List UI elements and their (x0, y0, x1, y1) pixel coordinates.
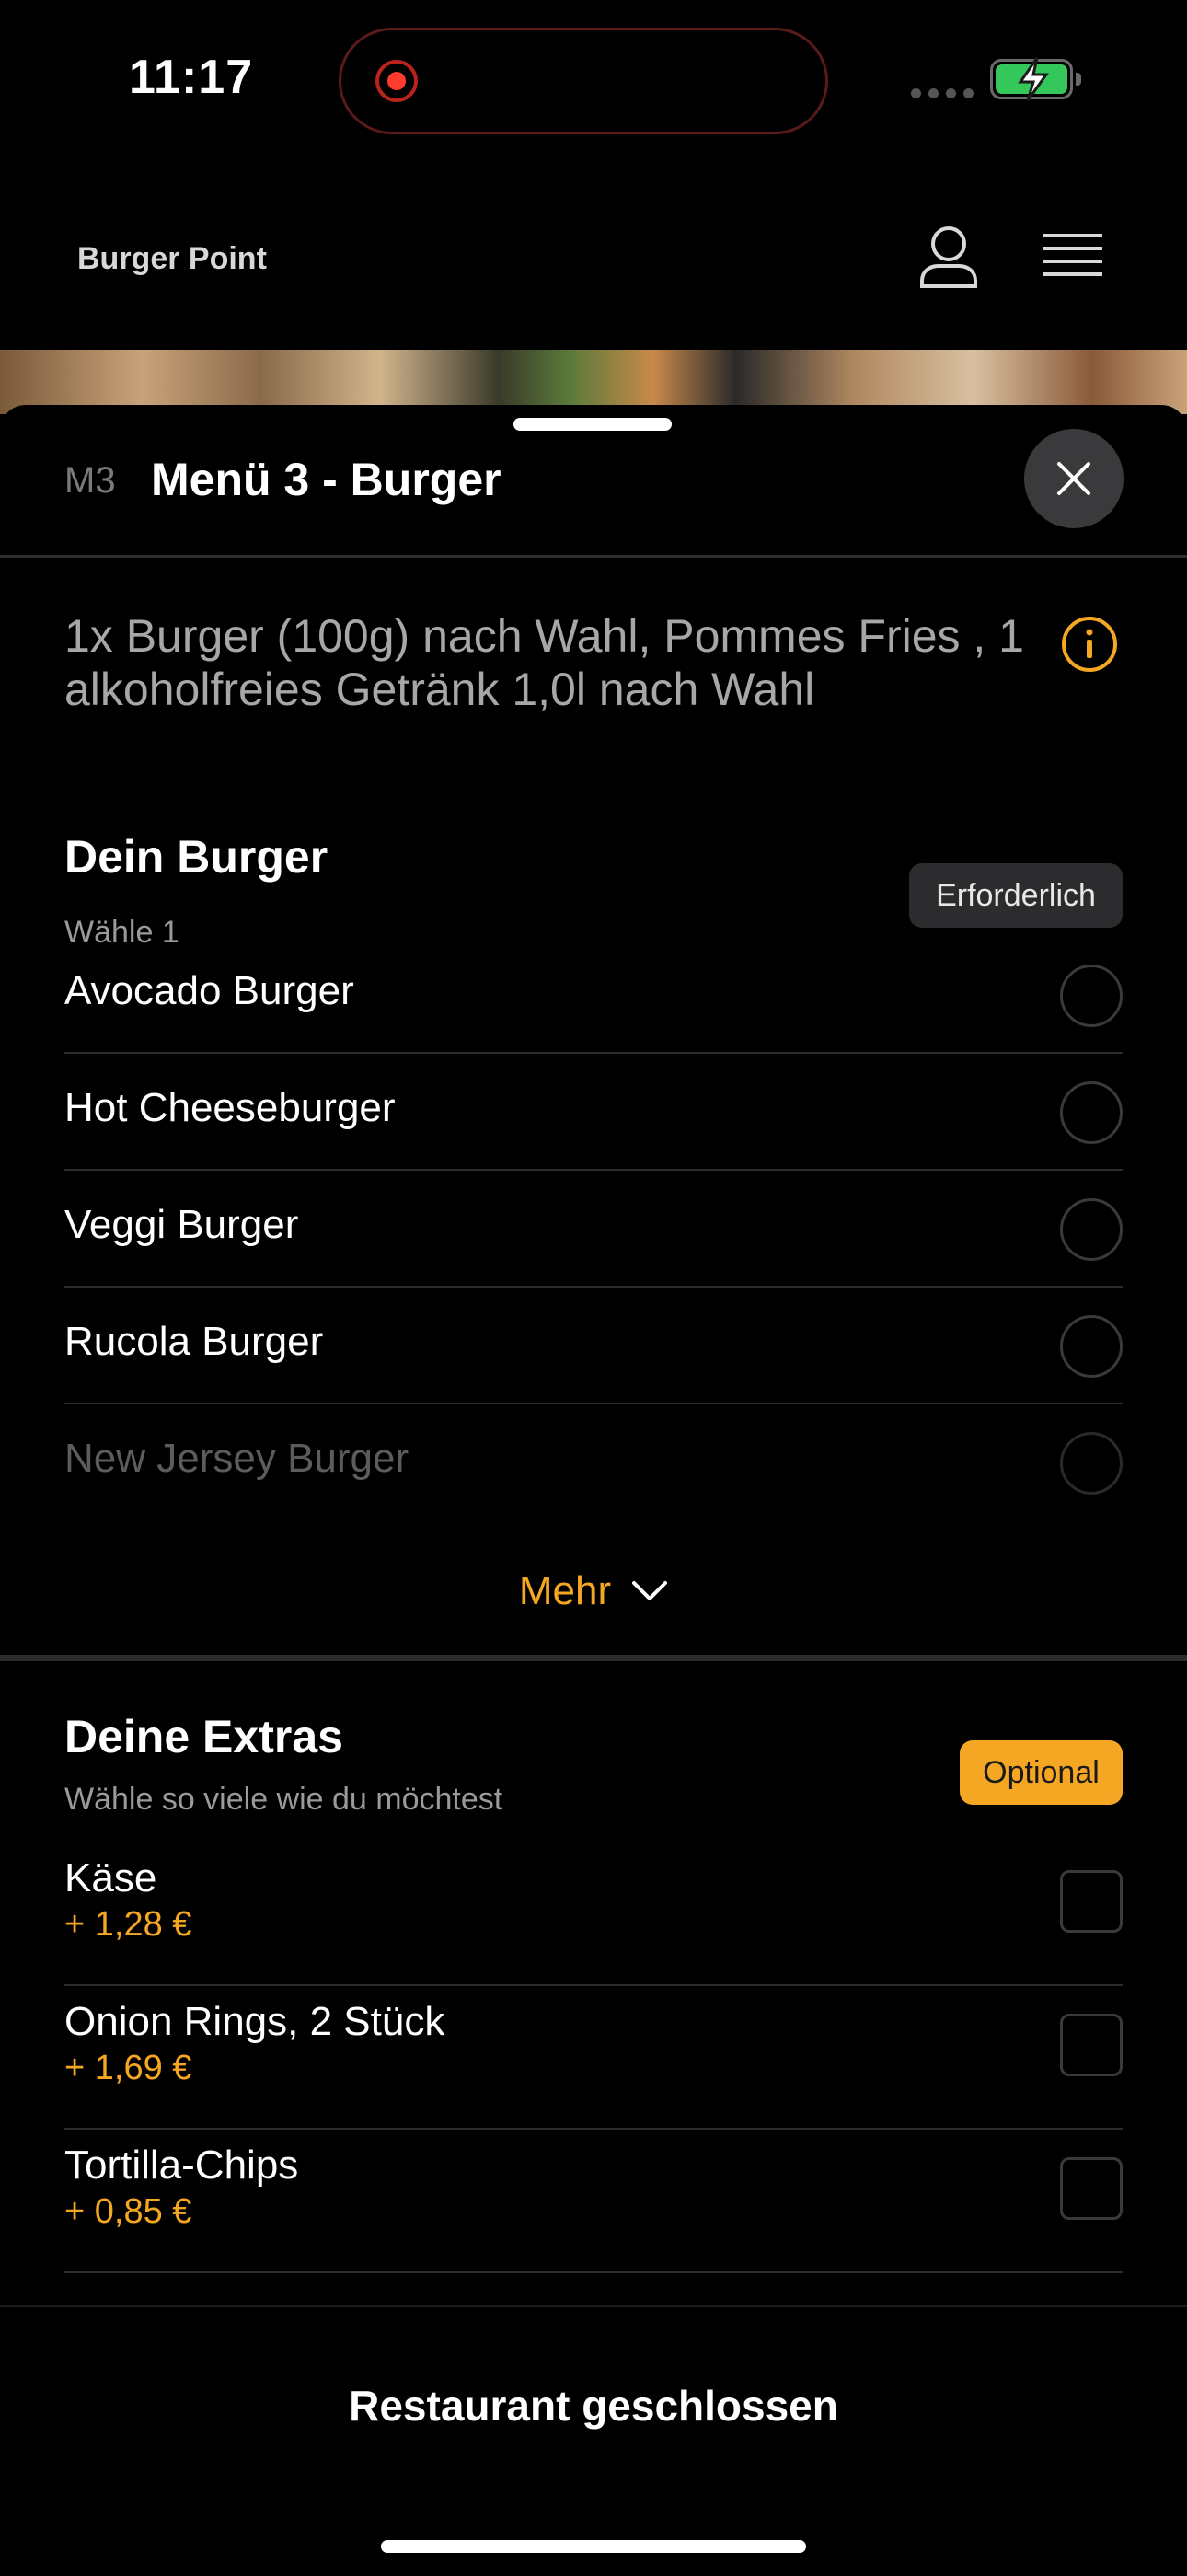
burger-option[interactable]: Veggi Burger (64, 1171, 1123, 1288)
status-time: 11:17 (129, 51, 254, 104)
radio-button[interactable] (1060, 1198, 1123, 1261)
header-divider (0, 555, 1187, 558)
extras-section-title: Deine Extras (64, 1711, 343, 1762)
extra-item[interactable]: Onion Rings, 2 Stück + 1,69 € (64, 1986, 1123, 2130)
radio-button[interactable] (1060, 965, 1123, 1027)
extra-item[interactable]: Käse + 1,28 € (64, 1842, 1123, 1986)
close-icon (1057, 462, 1090, 495)
item-description: 1x Burger (100g) nach Wahl, Pommes Fries… (64, 610, 1024, 715)
extra-item[interactable]: Tortilla-Chips + 0,85 € (64, 2130, 1123, 2273)
item-code: M3 (64, 460, 116, 501)
restaurant-status: Restaurant geschlossen (349, 2382, 838, 2430)
extra-item-price: + 0,85 € (64, 2192, 192, 2231)
burger-option[interactable]: Avocado Burger (64, 937, 1123, 1054)
cellular-signal-icon (911, 88, 974, 98)
extra-item-name: Tortilla-Chips (64, 2143, 299, 2188)
hamburger-menu-icon[interactable] (1043, 232, 1102, 288)
burger-option-label: Avocado Burger (64, 968, 354, 1013)
burger-section-title: Dein Burger (64, 831, 328, 883)
burger-option-label: Veggi Burger (64, 1202, 299, 1247)
sheet-grabber[interactable] (513, 418, 672, 431)
section-divider (0, 1655, 1187, 1661)
extra-item-name: Käse (64, 1855, 157, 1900)
checkbox[interactable] (1060, 2157, 1123, 2220)
battery-charging-icon (990, 57, 1081, 101)
chevron-down-icon (632, 1581, 668, 1600)
checkbox[interactable] (1060, 1870, 1123, 1933)
burger-option-label: New Jersey Burger (64, 1436, 409, 1481)
checkbox[interactable] (1060, 2014, 1123, 2076)
burger-option[interactable]: Hot Cheeseburger (64, 1054, 1123, 1171)
required-badge: Erforderlich (909, 863, 1123, 928)
footer-bar: Restaurant geschlossen (0, 2305, 1187, 2576)
optional-badge: Optional (960, 1740, 1123, 1805)
radio-button[interactable] (1060, 1081, 1123, 1144)
extra-item-name: Onion Rings, 2 Stück (64, 1999, 445, 2044)
extra-item-price: + 1,28 € (64, 1905, 192, 1944)
row-divider (64, 2271, 1123, 2273)
radio-button[interactable] (1060, 1432, 1123, 1495)
burger-option-label: Rucola Burger (64, 1319, 324, 1364)
burger-option-label: Hot Cheeseburger (64, 1085, 396, 1130)
close-button[interactable] (1024, 429, 1124, 528)
extras-section-subtitle: Wähle so viele wie du möchtest (64, 1782, 503, 1817)
item-title: Menü 3 - Burger (151, 454, 501, 505)
home-indicator[interactable] (381, 2540, 806, 2553)
screen-recording-icon (375, 60, 418, 102)
brand-title[interactable]: Burger Point (77, 241, 267, 277)
burger-option[interactable]: Rucola Burger (64, 1288, 1123, 1404)
dynamic-island (339, 28, 828, 134)
show-more-button[interactable]: Mehr (0, 1568, 1187, 1614)
item-sheet: M3 Menü 3 - Burger 1x Burger (100g) nach… (0, 405, 1187, 2573)
info-icon[interactable] (1061, 616, 1118, 677)
burger-option[interactable]: New Jersey Burger (64, 1404, 1123, 1521)
radio-button[interactable] (1060, 1315, 1123, 1378)
user-icon[interactable] (918, 225, 979, 295)
show-more-label: Mehr (518, 1568, 612, 1613)
extra-item-price: + 1,69 € (64, 2049, 192, 2087)
